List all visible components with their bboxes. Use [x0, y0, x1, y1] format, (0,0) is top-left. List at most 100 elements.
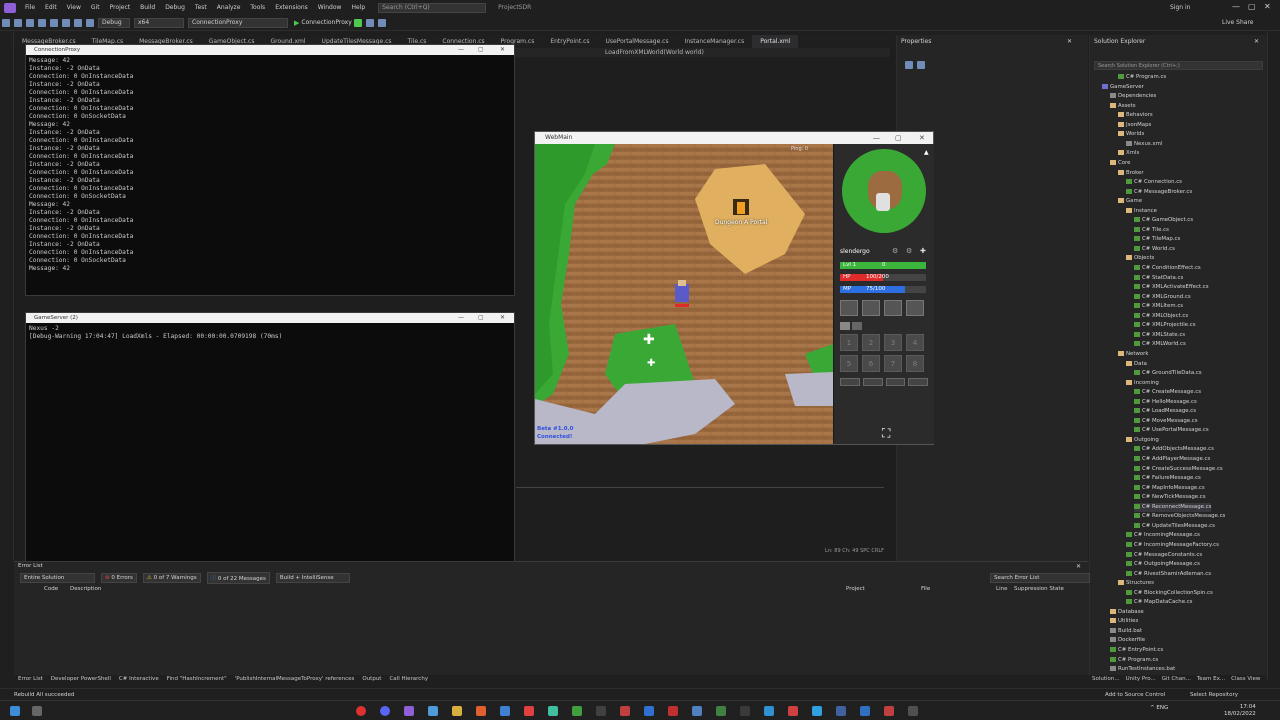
warnings-filter[interactable]: ⚠ 0 of 7 Warnings	[142, 573, 201, 583]
tree-item[interactable]: C# GameObject.cs	[1134, 216, 1193, 225]
inventory-slot[interactable]: 3	[884, 334, 902, 351]
tree-item[interactable]: Worlds	[1118, 130, 1144, 139]
taskbar-app-icon[interactable]	[788, 706, 798, 716]
tree-item[interactable]: C# XMLGround.cs	[1134, 293, 1191, 302]
tree-item[interactable]: C# TileMap.cs	[1134, 235, 1180, 244]
maximize-icon[interactable]: ▢	[478, 313, 484, 323]
tree-item[interactable]: Dependencies	[1110, 92, 1156, 101]
file-explorer-icon[interactable]	[452, 706, 462, 716]
taskbar-app-icon[interactable]	[692, 706, 702, 716]
language-indicator[interactable]: ENG	[1156, 705, 1168, 711]
tree-item[interactable]: Data	[1126, 360, 1147, 369]
taskbar-app-icon[interactable]	[716, 706, 726, 716]
close-icon[interactable]: ✕	[500, 45, 505, 55]
tree-item[interactable]: C# AddPlayerMessage.cs	[1134, 455, 1210, 464]
minimap-zoom-icon[interactable]: ▲	[924, 149, 929, 156]
taskbar-app-icon[interactable]	[428, 706, 438, 716]
windows-start-icon[interactable]	[10, 706, 20, 716]
editor-navigation-bar[interactable]: LoadFromXMLWorld(World world)	[515, 48, 890, 57]
property-pages-icon[interactable]	[917, 61, 925, 69]
menu-extensions[interactable]: Extensions	[270, 4, 313, 11]
tree-item[interactable]: C# Program.cs	[1110, 656, 1158, 665]
taskbar-app-icon[interactable]	[740, 706, 750, 716]
bottom-tab[interactable]: Error List	[14, 675, 47, 685]
description-column[interactable]: Description	[70, 586, 101, 592]
startup-project-dropdown[interactable]: ConnectionProxy	[188, 17, 288, 28]
tree-item[interactable]: C# World.cs	[1134, 245, 1175, 254]
undo-icon[interactable]	[74, 18, 82, 27]
tree-item[interactable]: Assets	[1110, 102, 1136, 111]
inventory-slot[interactable]: 7	[884, 355, 902, 372]
menu-file[interactable]: File	[20, 4, 40, 11]
open-icon[interactable]	[38, 18, 46, 27]
tree-item[interactable]: C# XMLWorld.cs	[1134, 340, 1186, 349]
task-view-icon[interactable]	[32, 706, 42, 716]
minimize-icon[interactable]: —	[458, 45, 464, 55]
opera-icon[interactable]	[356, 706, 366, 716]
tree-item[interactable]: C# XMLState.cs	[1134, 331, 1185, 340]
search-box[interactable]: Search (Ctrl+Q)	[378, 2, 487, 13]
tree-item[interactable]: Utilities	[1110, 617, 1138, 626]
taskbar-app-icon[interactable]	[596, 706, 606, 716]
game-server-console[interactable]: GameServer (2) — ▢ ✕ Nexus -2 [Debug-Warn…	[25, 312, 515, 563]
tree-item[interactable]: Outgoing	[1126, 436, 1159, 445]
tree-item[interactable]: C# MapDataCache.cs	[1126, 598, 1193, 607]
menu-window[interactable]: Window	[313, 4, 347, 11]
editor-tab[interactable]: UsePortalMessage.cs	[598, 35, 677, 48]
taskbar-app-icon[interactable]	[764, 706, 774, 716]
minimize-icon[interactable]: —	[873, 132, 880, 144]
tree-item[interactable]: C# NewTickMessage.cs	[1134, 493, 1206, 502]
tree-item[interactable]: C# IncomingMessageFactory.cs	[1126, 541, 1219, 550]
tree-item[interactable]: C# MapInfoMessage.cs	[1134, 484, 1205, 493]
tree-item[interactable]: C# UsePortalMessage.cs	[1134, 426, 1209, 435]
solution-explorer-close-icon[interactable]: ✕	[1254, 38, 1259, 45]
tree-item[interactable]: C# XMLProjectile.cs	[1134, 321, 1196, 330]
maximize-icon[interactable]: ▢	[895, 132, 902, 144]
run-icon[interactable]: ▶	[294, 19, 299, 27]
taskbar-app-icon[interactable]	[860, 706, 870, 716]
build-filter-dropdown[interactable]: Build + IntelliSense	[275, 573, 350, 583]
menu-test[interactable]: Test	[190, 4, 212, 11]
inventory-slot[interactable]: 8	[906, 355, 924, 372]
tree-item[interactable]: C# EntryPoint.cs	[1110, 646, 1163, 655]
solution-panel-tab[interactable]: Class View	[1228, 675, 1263, 685]
tree-item[interactable]: C# CreateMessage.cs	[1134, 388, 1201, 397]
scope-dropdown[interactable]: Entire Solution	[20, 573, 95, 583]
solution-panel-tab[interactable]: Git Chan...	[1159, 675, 1194, 685]
inventory-slot[interactable]: 2	[862, 334, 880, 351]
editor-tab[interactable]: EntryPoint.cs	[542, 35, 597, 48]
taskbar-app-icon[interactable]	[644, 706, 654, 716]
solution-panel-tab[interactable]: Team Ex...	[1194, 675, 1228, 685]
tree-item[interactable]: C# MessageBroker.cs	[1126, 188, 1192, 197]
bottom-tab[interactable]: Output	[358, 675, 385, 685]
minimap[interactable]	[842, 149, 926, 233]
inventory-slot[interactable]: 6	[862, 355, 880, 372]
armor-slot[interactable]	[884, 300, 902, 316]
messages-filter[interactable]: ⓘ 0 of 22 Messages	[206, 572, 270, 584]
tree-item[interactable]: Dockerfile	[1110, 636, 1145, 645]
clock[interactable]: 17:04 18/02/2022	[1224, 704, 1256, 718]
tree-item[interactable]: C# HelloMessage.cs	[1134, 398, 1197, 407]
taskbar-app-icon[interactable]	[908, 706, 918, 716]
live-share-button[interactable]: Live Share	[1222, 19, 1253, 26]
tree-item[interactable]: C# XMLObject.cs	[1134, 312, 1188, 321]
taskbar-app-icon[interactable]	[620, 706, 630, 716]
bottom-tab[interactable]: Find "HashIncrement"	[163, 675, 231, 685]
minimize-icon[interactable]: —	[458, 313, 464, 323]
line-column[interactable]: Line	[996, 586, 1007, 592]
menu-edit[interactable]: Edit	[40, 4, 62, 11]
inventory-slot[interactable]: 1	[840, 334, 858, 351]
error-list-search[interactable]: Search Error List	[990, 573, 1090, 583]
maximize-icon[interactable]: ▢	[1248, 2, 1256, 11]
solution-panel-tab[interactable]: Solution...	[1089, 675, 1123, 685]
tree-item[interactable]: Network	[1118, 350, 1149, 359]
bookmark-icon[interactable]	[377, 18, 386, 27]
tree-item[interactable]: C# ConditionEffect.cs	[1134, 264, 1201, 273]
tree-item[interactable]: Build.bat	[1110, 627, 1142, 636]
bottom-tab[interactable]: Developer PowerShell	[47, 675, 115, 685]
run-button[interactable]: ConnectionProxy	[301, 19, 351, 26]
tree-item[interactable]: C# CreateSuccessMessage.cs	[1134, 465, 1223, 474]
menu-build[interactable]: Build	[135, 4, 160, 11]
options-icon[interactable]: ⚙	[892, 247, 898, 255]
discord-icon[interactable]	[380, 706, 390, 716]
